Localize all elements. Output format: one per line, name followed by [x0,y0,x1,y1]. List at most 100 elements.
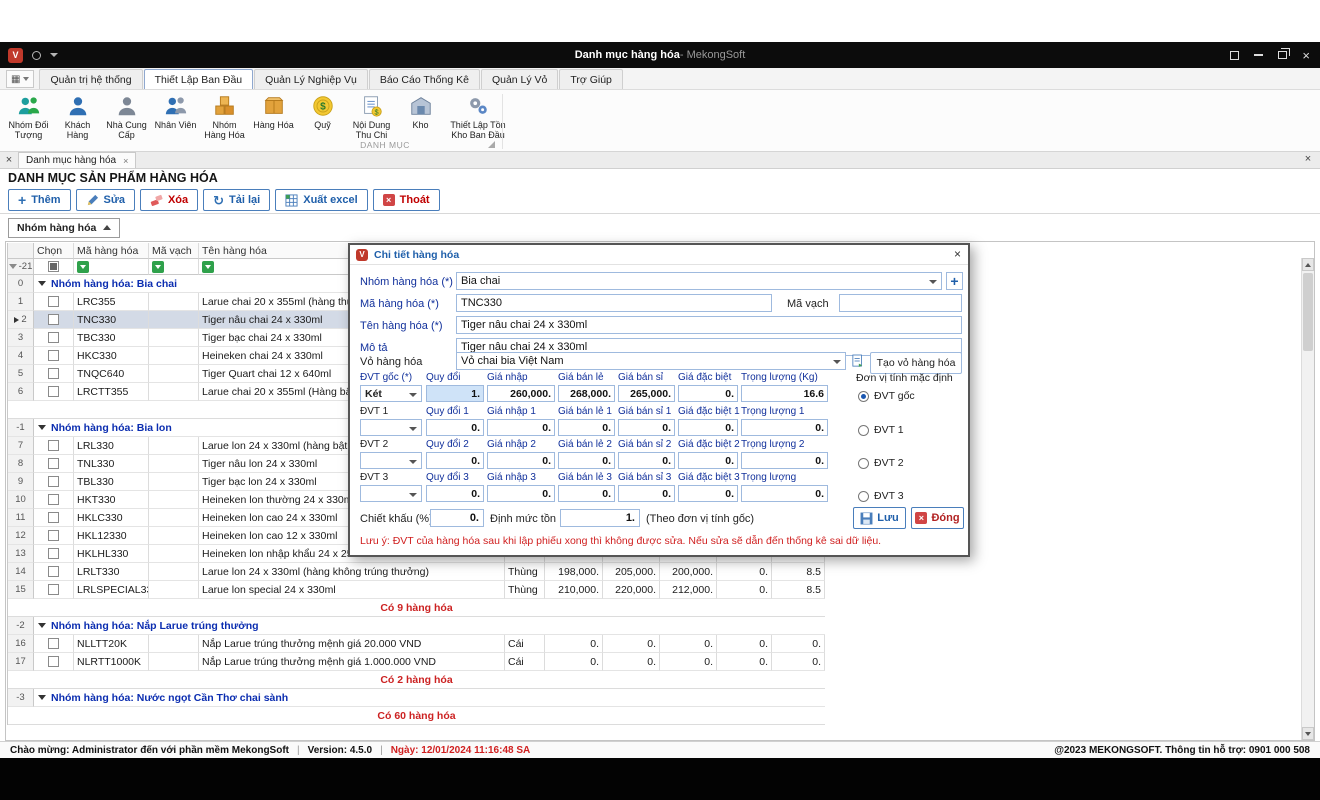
select-all-cell[interactable] [34,259,74,275]
add-button[interactable]: +Thêm [8,189,71,211]
delete-button[interactable]: Xóa [140,189,198,211]
close-window-icon[interactable]: × [1302,49,1310,62]
restore-icon[interactable] [1278,51,1287,59]
row-checkbox[interactable] [48,530,59,541]
row-select-cell[interactable] [34,311,74,329]
modal-close-icon[interactable]: × [954,247,961,261]
row-checkbox[interactable] [48,314,59,325]
table-row[interactable]: -3 Nhóm hàng hóa: Nước ngọt Cần Thơ chai… [8,689,825,707]
quy-doi-3-input[interactable]: 0. [426,485,484,502]
filter-cell-code[interactable] [74,259,149,275]
radio-dvt-goc[interactable]: ĐVT gốc [858,390,915,402]
trong-luong-input[interactable]: 16.6 [741,385,828,402]
table-row[interactable]: 16 NLLTT20K Nắp Larue trúng thưởng mệnh … [8,635,825,653]
ribbon-group-launcher-icon[interactable] [488,141,495,148]
column-filter-icon[interactable] [77,261,89,273]
table-row[interactable]: Có 9 hàng hóa Có 9 hàng hóa [8,599,825,617]
row-checkbox[interactable] [48,638,59,649]
ribbon-tab[interactable]: Quản Lý Nghiệp Vụ [254,69,368,89]
filter-cell-barcode[interactable] [149,259,199,275]
gia-ban-le-3-input[interactable]: 0. [558,485,615,502]
row-checkbox[interactable] [48,494,59,505]
nhom-hang-hoa-select[interactable]: Bia chai [456,272,942,290]
radio-dvt-2[interactable]: ĐVT 2 [858,457,904,469]
ribbon-menu-button[interactable]: ▦ [6,70,34,88]
group-by-selector[interactable]: Nhóm hàng hóa [8,218,120,238]
ribbon-tab[interactable]: Báo Cáo Thống Kê [369,69,480,89]
row-select-cell[interactable] [34,293,74,311]
row-checkbox[interactable] [48,512,59,523]
gia-ban-le-input[interactable]: 268,000. [558,385,615,402]
chiet-khau-input[interactable]: 0. [430,509,484,527]
row-checkbox[interactable] [48,296,59,307]
ma-hang-hoa-input[interactable]: TNC330 [456,294,772,312]
column-header-ma-vach[interactable]: Mã vạch [149,243,199,259]
ribbon-tab[interactable]: Quản trị hệ thống [39,69,142,89]
row-select-cell[interactable] [34,329,74,347]
row-select-cell[interactable] [34,473,74,491]
form-icon[interactable] [850,352,866,370]
close-tab-right-icon[interactable]: × [1299,153,1317,165]
column-header-ma-hang-hoa[interactable]: Mã hàng hóa [74,243,149,259]
dvt-goc-select[interactable]: Két [360,385,422,402]
ma-vach-input[interactable] [839,294,962,312]
radio-dvt-3[interactable]: ĐVT 3 [858,490,904,502]
gia-dac-biet-2-input[interactable]: 0. [678,452,738,469]
ribbon-item-nhom-doi-tuong[interactable]: Nhóm Đối Tượng [4,92,53,141]
scroll-up-button[interactable] [1302,258,1314,271]
row-select-cell[interactable] [34,581,74,599]
row-checkbox[interactable] [48,440,59,451]
row-select-cell[interactable] [34,509,74,527]
quy-doi-1-input[interactable]: 0. [426,419,484,436]
table-row[interactable]: 17 NLRTT1000K Nắp Larue trúng thưởng mện… [8,653,825,671]
gia-nhap-input[interactable]: 260,000. [487,385,555,402]
tao-vo-button[interactable]: Tạo vỏ hàng hóa [870,352,962,374]
table-row[interactable]: Có 2 hàng hóa Có 2 hàng hóa [8,671,825,689]
table-row[interactable]: 14 LRLT330 Larue lon 24 x 330ml (hàng kh… [8,563,825,581]
reload-button[interactable]: ↻Tải lại [203,189,270,211]
scroll-down-button[interactable] [1302,727,1314,740]
ribbon-item-khach-hang[interactable]: Khách Hàng [53,92,102,141]
dinh-muc-ton-input[interactable]: 1. [560,509,640,527]
fullscreen-icon[interactable] [1230,51,1239,60]
modal-header[interactable]: V Chi tiết hàng hóa × [350,245,968,265]
ribbon-tab[interactable]: Quản Lý Vỏ [481,69,558,89]
row-select-cell[interactable] [34,563,74,581]
dvt2-select[interactable] [360,452,422,469]
row-checkbox[interactable] [48,566,59,577]
quy-doi-input[interactable]: 1. [426,385,484,402]
row-select-cell[interactable] [34,365,74,383]
gia-dac-biet-3-input[interactable]: 0. [678,485,738,502]
row-checkbox[interactable] [48,386,59,397]
gia-ban-si-input[interactable]: 265,000. [618,385,675,402]
group-header-label[interactable]: Nhóm hàng hóa: Nắp Larue trúng thưởng [34,617,825,635]
row-select-cell[interactable] [34,383,74,401]
table-row[interactable]: -2 Nhóm hàng hóa: Nắp Larue trúng thưởng… [8,617,825,635]
row-select-cell[interactable] [34,635,74,653]
row-checkbox[interactable] [48,332,59,343]
trong-luong-1-input[interactable]: 0. [741,419,828,436]
select-all-checkbox[interactable] [48,261,59,272]
row-select-cell[interactable] [34,491,74,509]
ribbon-item-noi-dung-thu-chi[interactable]: $ Nội Dung Thu Chi [347,92,396,141]
close-tab-left-icon[interactable]: × [0,154,18,166]
trong-luong-3-input[interactable]: 0. [741,485,828,502]
row-checkbox[interactable] [48,476,59,487]
radio-dvt-1[interactable]: ĐVT 1 [858,424,904,436]
row-checkbox[interactable] [48,656,59,667]
gia-ban-si-3-input[interactable]: 0. [618,485,675,502]
row-checkbox[interactable] [48,350,59,361]
vertical-scrollbar[interactable] [1301,258,1314,740]
row-checkbox[interactable] [48,368,59,379]
trong-luong-2-input[interactable]: 0. [741,452,828,469]
ribbon-item-nhom-hang-hoa[interactable]: Nhóm Hàng Hóa [200,92,249,141]
ribbon-tab[interactable]: Trợ Giúp [559,69,623,89]
table-row[interactable]: Có 60 hàng hóa Có 60 hàng hóa [8,707,825,725]
index-filter-cell[interactable]: -21 [8,259,34,275]
gia-nhap-3-input[interactable]: 0. [487,485,555,502]
row-checkbox[interactable] [48,584,59,595]
gia-ban-le-2-input[interactable]: 0. [558,452,615,469]
row-checkbox[interactable] [48,548,59,559]
row-select-cell[interactable] [34,347,74,365]
ribbon-tab[interactable]: Thiết Lập Ban Đầu [144,69,254,89]
